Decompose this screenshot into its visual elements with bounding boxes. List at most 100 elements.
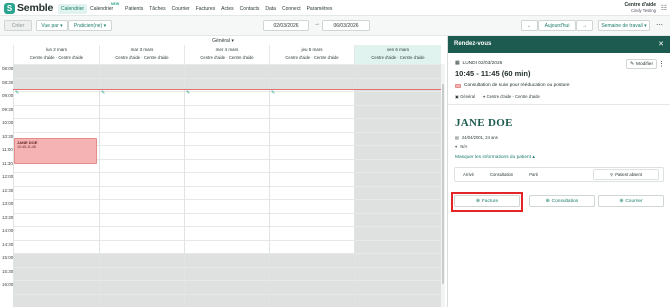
plus-circle-icon: ⊕	[619, 198, 624, 204]
appointment-time-range: 10:45 - 11:45 (60 min)	[455, 69, 531, 78]
panel-title: Rendez-vous	[454, 41, 492, 47]
grid-line	[13, 280, 441, 281]
menu-grid-icon[interactable]: ☷	[661, 4, 667, 12]
today-button[interactable]: Aujourd'hui	[538, 20, 576, 31]
pencil-icon[interactable]: ✎	[271, 90, 275, 96]
more-vertical-icon[interactable]: ⋮	[658, 60, 665, 68]
toggle-patient-info-link[interactable]: Masquer les informations du patient ▴	[455, 155, 535, 160]
time-label: 08:30	[2, 79, 14, 85]
calendar-icon: ▦	[455, 61, 460, 66]
day-header-thu[interactable]: jeu 5 mars Centre d'aide · Centre d'aide	[269, 45, 354, 64]
nav-calendrier-new[interactable]: Calendrier NEW	[87, 1, 120, 14]
day-location: Centre d'aide · Centre d'aide	[200, 55, 254, 60]
time-grid[interactable]: 08:00 08:30 09:00 09:30 10:00 10:30 11:0…	[0, 64, 442, 307]
pencil-icon[interactable]: ✎	[15, 90, 19, 96]
day-location: Centre d'aide · Centre d'aide	[371, 55, 425, 60]
day-name: jeu 5 mars	[301, 47, 323, 52]
day-header-wed[interactable]: mer 4 mars Centre d'aide · Centre d'aide	[184, 45, 269, 64]
location-icon: ⌖	[455, 144, 458, 149]
time-label: 11:30	[2, 160, 13, 166]
grid-line	[13, 118, 441, 119]
grid-line	[13, 239, 441, 241]
day-headers: lun 2 mars Centre d'aide · Centre d'aide…	[0, 45, 442, 64]
time-label: 15:30	[2, 268, 14, 274]
day-name: mar 3 mars	[130, 47, 154, 52]
patient-absent-button[interactable]: ⚲ Patient absent	[593, 169, 659, 180]
nav-actes[interactable]: Actes	[218, 4, 237, 14]
account-menu[interactable]: Centre d'aide Cindy Testing	[625, 2, 656, 13]
time-label: 10:00	[2, 120, 14, 125]
week-view-dropdown[interactable]: Semaine de travail ▾	[598, 20, 650, 31]
time-label: 14:00	[2, 228, 14, 233]
nav-taches[interactable]: Tâches	[146, 4, 168, 14]
general-filter[interactable]: Général ▾	[0, 36, 446, 45]
time-label: 13:00	[2, 201, 14, 206]
panel-divider	[448, 104, 670, 105]
status-left[interactable]: Parti	[521, 172, 546, 177]
appointment-date-text: LUNDI 02/03/2026	[462, 61, 503, 66]
nav-connect[interactable]: Connect	[279, 4, 304, 14]
consultation-label: Consultation	[551, 198, 579, 204]
grid-line	[13, 226, 441, 227]
grid-line	[13, 266, 441, 268]
day-header-mon[interactable]: lun 2 mars Centre d'aide · Centre d'aide	[13, 45, 99, 64]
day-header-tue[interactable]: mar 3 mars Centre d'aide · Centre d'aide	[99, 45, 184, 64]
appointment-time: 10:45-11:45	[17, 145, 36, 149]
logo[interactable]: S Semble	[4, 2, 53, 14]
nav-calendrier[interactable]: Calendrier	[58, 3, 88, 14]
day-location: Centre d'aide · Centre d'aide	[29, 55, 84, 60]
new-badge: NEW	[110, 1, 120, 6]
status-consultation[interactable]: Consultation	[482, 172, 521, 177]
day-header-fri[interactable]: ven 6 mars Centre d'aide · Centre d'aide	[354, 45, 441, 64]
grid-line	[13, 185, 441, 187]
nav-courrier[interactable]: Courrier	[169, 4, 193, 14]
status-arrived[interactable]: Arrivé	[455, 172, 482, 177]
appointment-status-bar: Arrivé Consultation Parti ⚲ Patient abse…	[454, 167, 664, 182]
nav-factures[interactable]: Factures	[193, 4, 218, 14]
next-week-button[interactable]: →	[576, 20, 593, 31]
previous-week-button[interactable]: ←	[521, 20, 538, 31]
grid-line	[13, 91, 441, 92]
consultation-button[interactable]: ⊕ Consultation	[529, 195, 595, 207]
time-label: 08:00	[2, 66, 14, 71]
time-label: 11:00	[2, 147, 13, 152]
nav-parametres[interactable]: Paramètres	[304, 4, 336, 14]
start-date-input[interactable]: 02/03/2026	[263, 20, 309, 31]
grid-line	[13, 77, 441, 79]
end-date-input[interactable]: 06/03/2026	[322, 20, 370, 31]
day-location: Centre d'aide · Centre d'aide	[115, 55, 169, 60]
patient-absent-label: Patient absent	[615, 172, 642, 177]
calendar-scrollbar[interactable]	[441, 64, 445, 307]
time-label: 15:00	[2, 255, 14, 260]
time-label: 09:00	[2, 93, 14, 98]
main-menu: Calendrier Calendrier NEW Patients Tâches…	[58, 1, 336, 14]
nav-data[interactable]: Data	[262, 4, 279, 14]
mail-button[interactable]: ⊕ Courrier	[598, 195, 664, 207]
practitioner-dropdown[interactable]: Praticien(ne) ▾	[68, 20, 112, 31]
top-navigation: S Semble Calendrier Calendrier NEW Patien…	[0, 0, 670, 16]
scrollbar-thumb[interactable]	[442, 84, 444, 284]
nav-contacts[interactable]: Contacts	[237, 4, 263, 14]
grid-line	[13, 199, 441, 200]
general-tag-label: Général	[460, 94, 476, 99]
appointment-block[interactable]: JANE DOE 10:45-11:45	[14, 138, 97, 164]
calendar-grid-area: Général ▾ lun 2 mars Centre d'aide · Cen…	[0, 36, 446, 307]
view-by-dropdown[interactable]: Vue par ▾	[36, 20, 68, 31]
patient-name[interactable]: JANE DOE	[455, 117, 513, 129]
time-label: 14:30	[2, 241, 14, 247]
grid-line	[13, 172, 441, 173]
more-options-icon[interactable]: ⋯	[656, 21, 663, 29]
grid-line	[13, 104, 441, 106]
nav-patients[interactable]: Patients	[122, 4, 146, 14]
appointment-type: Consultation de suivi pour rééducation o…	[455, 83, 570, 88]
patient-dob: ▤ 24/04/2001, 24 ans	[455, 135, 498, 140]
invoice-highlight-box	[451, 192, 523, 212]
pencil-icon[interactable]: ✎	[101, 90, 105, 96]
mail-label: Courrier	[625, 198, 643, 204]
pencil-icon[interactable]: ✎	[186, 90, 190, 96]
close-icon[interactable]: ✕	[658, 40, 664, 48]
edit-label: Modifier	[635, 61, 654, 67]
grid-line	[13, 253, 441, 254]
create-button[interactable]: Créer	[4, 20, 32, 31]
edit-button[interactable]: ✎ Modifier	[626, 59, 657, 69]
